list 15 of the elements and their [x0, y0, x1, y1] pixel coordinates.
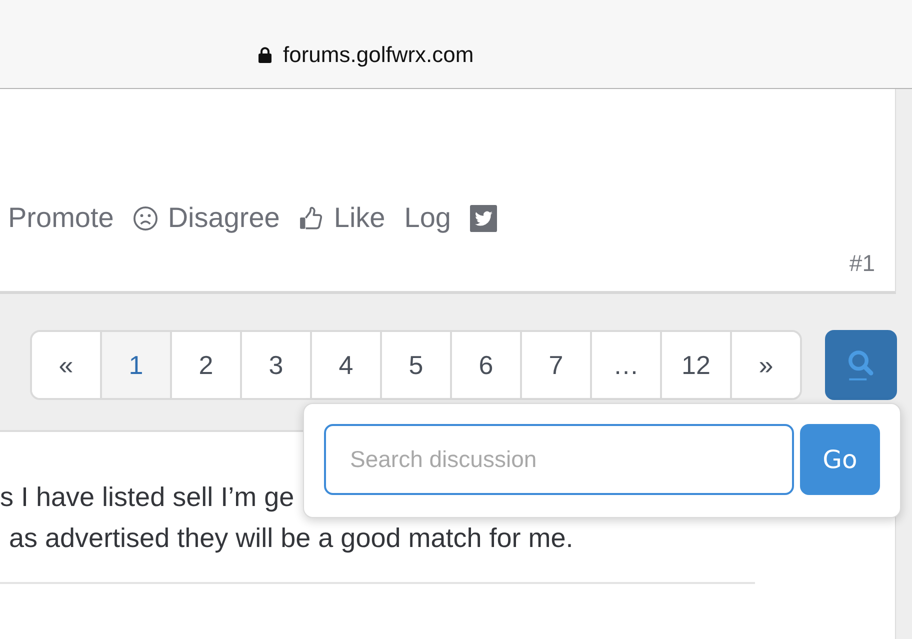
- post-number[interactable]: #1: [849, 249, 875, 277]
- page-button[interactable]: 1: [100, 332, 170, 398]
- action-link[interactable]: Like: [298, 200, 386, 236]
- twitter-share-icon[interactable]: [470, 204, 497, 232]
- action-link[interactable]: Promote: [8, 200, 114, 236]
- address-bar-url[interactable]: forums.golfwrx.com: [283, 42, 474, 68]
- search-field[interactable]: Search discussion: [324, 424, 794, 495]
- thumbs-up-icon: [298, 206, 324, 230]
- action-link[interactable]: Log: [404, 200, 451, 236]
- post-text-line: s I have listed sell I’m ge: [0, 481, 294, 514]
- frown-face-icon: [132, 206, 158, 230]
- search-icon: [846, 348, 876, 382]
- page-button[interactable]: »: [730, 332, 800, 398]
- action-link[interactable]: Disagree: [132, 200, 280, 236]
- post-text-line: as advertised they will be a good match for me.: [8, 522, 574, 555]
